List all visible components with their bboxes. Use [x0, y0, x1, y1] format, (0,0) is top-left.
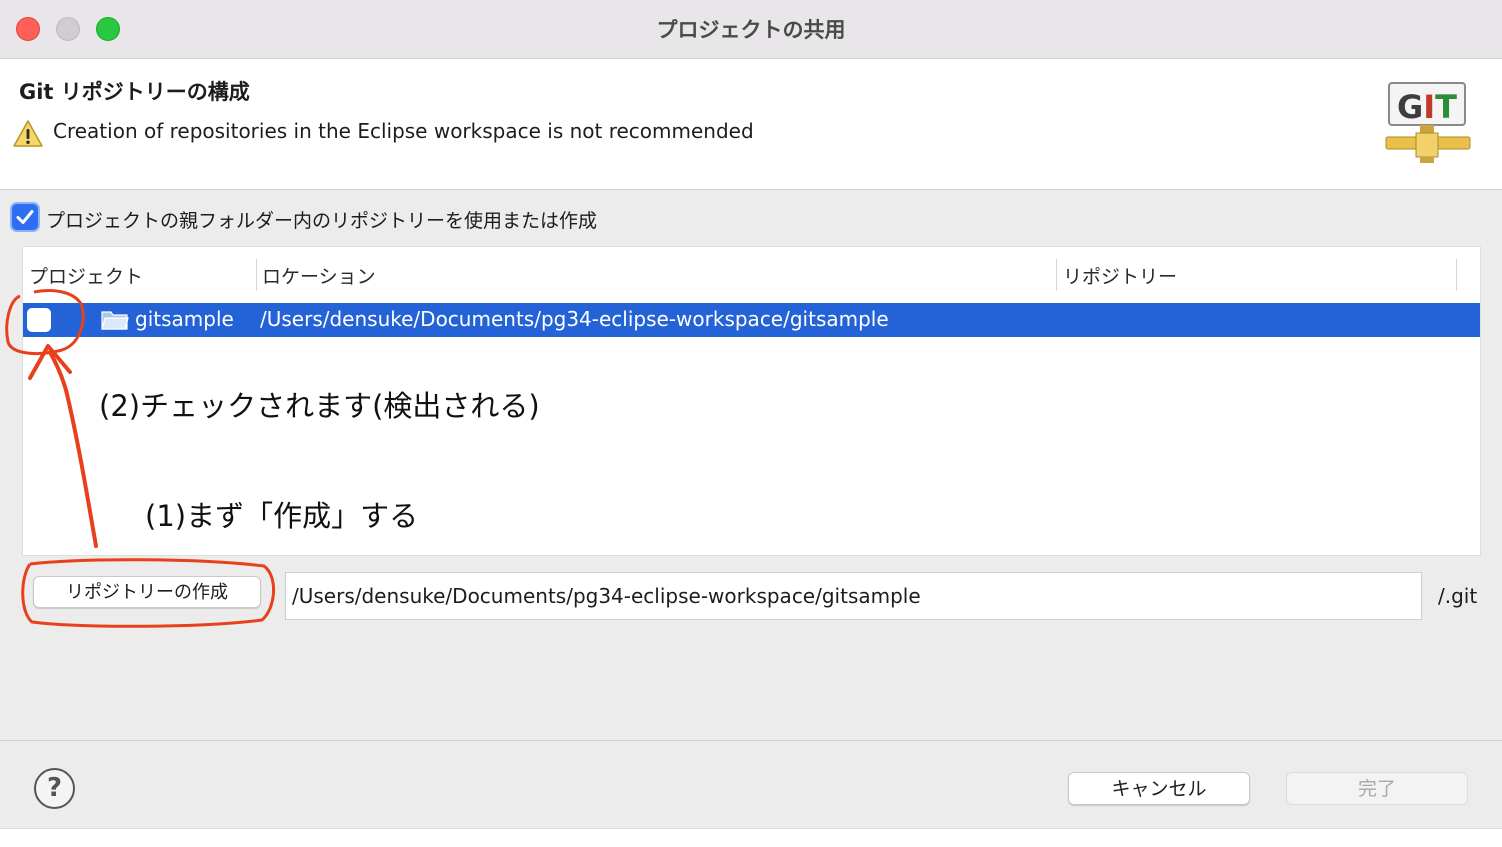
window-title: プロジェクトの共用 — [656, 18, 846, 42]
svg-text:GIT: GIT — [1397, 88, 1457, 126]
annotation-step1: (1)まず「作成」する — [145, 499, 419, 533]
wizard-banner: Git リポジトリーの構成 Creation of repositories i… — [0, 59, 1502, 190]
project-location: /Users/densuke/Documents/pg34-eclipse-wo… — [260, 307, 889, 331]
column-header-project[interactable]: プロジェクト — [29, 262, 143, 289]
column-separator — [1056, 259, 1057, 291]
use-parent-folder-checkbox[interactable] — [10, 202, 40, 232]
table-row[interactable]: gitsample /Users/densuke/Documents/pg34-… — [23, 303, 1480, 337]
git-logo: GIT — [1385, 82, 1471, 163]
background-window-strip — [0, 828, 1502, 847]
help-icon[interactable]: ? — [34, 768, 75, 809]
column-separator — [1456, 259, 1457, 291]
checkmark-icon — [16, 210, 34, 224]
folder-icon — [101, 311, 129, 330]
projects-table: プロジェクト ロケーション リポジトリー gitsample /Users/de… — [22, 246, 1481, 556]
column-header-repository[interactable]: リポジトリー — [1063, 262, 1177, 289]
project-name: gitsample — [135, 307, 234, 331]
page-title: Git リポジトリーの構成 — [19, 80, 250, 104]
column-header-location[interactable]: ロケーション — [262, 262, 376, 289]
repository-path-field[interactable] — [285, 572, 1422, 620]
warning-icon — [13, 120, 43, 147]
title-bar: プロジェクトの共用 — [0, 0, 1502, 59]
create-repository-button[interactable]: リポジトリーの作成 — [33, 576, 261, 608]
use-parent-folder-label: プロジェクトの親フォルダー内のリポジトリーを使用または作成 — [46, 210, 598, 232]
finish-button[interactable]: 完了 — [1286, 772, 1468, 805]
git-suffix-label: /.git — [1438, 584, 1478, 608]
warning-message: Creation of repositories in the Eclipse … — [53, 119, 754, 143]
cancel-button[interactable]: キャンセル — [1068, 772, 1250, 805]
annotation-step2: (2)チェックされます(検出される) — [99, 389, 540, 423]
project-checkbox[interactable] — [27, 308, 51, 332]
column-separator — [256, 259, 257, 291]
footer-divider — [0, 740, 1502, 741]
